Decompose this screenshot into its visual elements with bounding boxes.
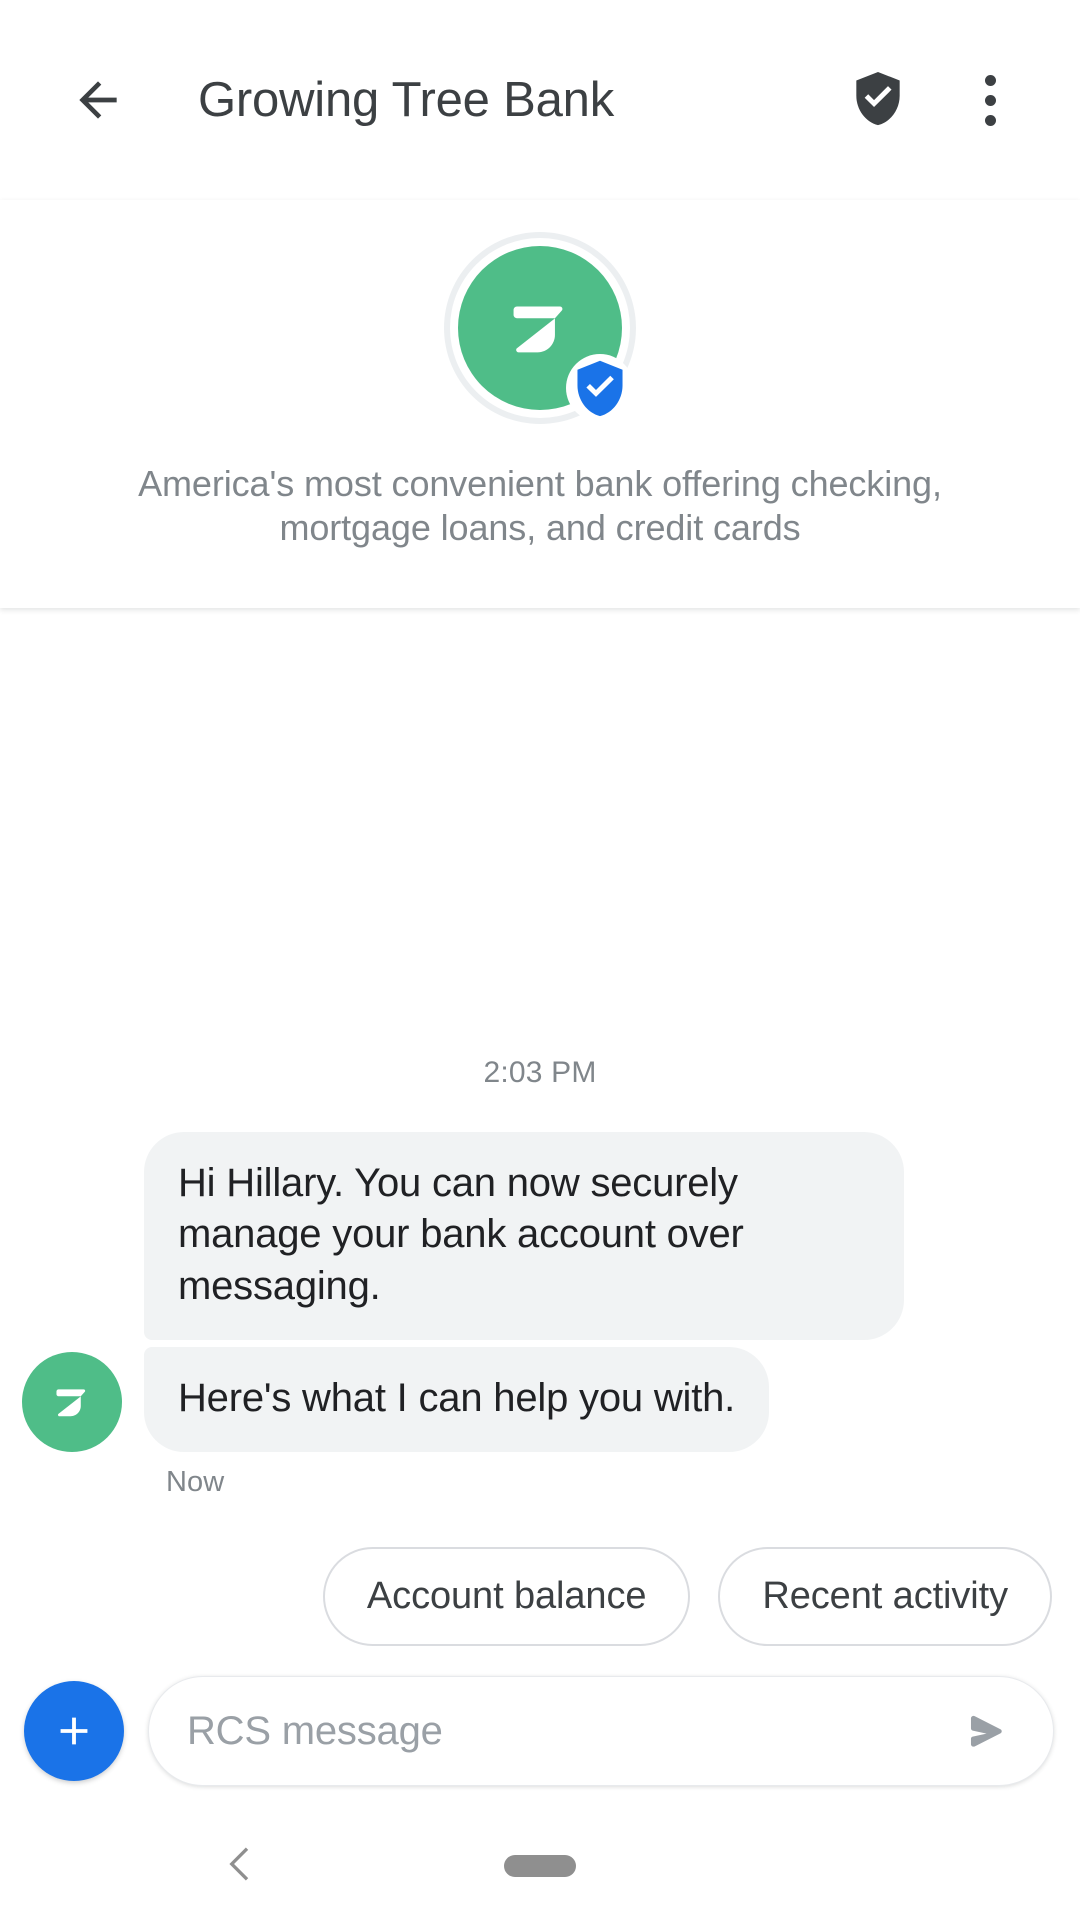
business-avatar[interactable]	[450, 238, 634, 422]
verified-shield-badge-icon	[572, 359, 628, 417]
message-bubble[interactable]: Hi Hillary. You can now securely manage …	[144, 1132, 904, 1340]
system-navigation-bar	[0, 1812, 1080, 1920]
overflow-menu-button[interactable]	[952, 62, 1028, 138]
suggested-replies: Account balance Recent activity	[0, 1499, 1080, 1646]
send-button[interactable]	[941, 1685, 1033, 1777]
business-info-header: America's most convenient bank offering …	[0, 200, 1080, 608]
app-bar: Growing Tree Bank	[0, 0, 1080, 200]
back-button[interactable]	[50, 52, 146, 148]
message-row: Hi Hillary. You can now securely manage …	[22, 1132, 1052, 1347]
growing-tree-bank-leaf-logo-icon	[45, 1375, 99, 1429]
conversation-timestamp: 2:03 PM	[483, 1056, 597, 1090]
nav-home-pill-icon[interactable]	[504, 1855, 576, 1877]
message-group: Hi Hillary. You can now securely manage …	[0, 1132, 1080, 1499]
more-vert-icon	[984, 74, 996, 126]
chip-account-balance[interactable]: Account balance	[322, 1547, 691, 1646]
message-sender-avatar	[22, 1352, 122, 1452]
arrow-back-icon	[70, 72, 126, 128]
message-bubble[interactable]: Here's what I can help you with.	[144, 1346, 770, 1452]
messages-rbm-conversation-screen: Growing Tree Bank America's most conveni…	[0, 0, 1080, 1920]
page-title: Growing Tree Bank	[198, 73, 615, 127]
conversation-thread: 2:03 PM Hi Hillary. You can now securely…	[0, 607, 1080, 1646]
verified-shield-icon	[853, 70, 903, 131]
send-icon	[961, 1705, 1013, 1757]
attach-button[interactable]	[24, 1681, 124, 1781]
message-row: Here's what I can help you with.	[22, 1346, 1052, 1452]
message-status: Now	[166, 1466, 225, 1498]
message-input-container[interactable]	[148, 1676, 1054, 1786]
message-composer	[0, 1646, 1080, 1812]
message-input[interactable]	[187, 1708, 941, 1754]
verified-business-button[interactable]	[840, 62, 916, 138]
app-bar-actions	[840, 62, 1028, 138]
business-description: America's most convenient bank offering …	[138, 463, 942, 548]
chip-recent-activity[interactable]: Recent activity	[718, 1547, 1052, 1646]
plus-icon	[51, 1708, 97, 1754]
system-back-button[interactable]	[200, 1826, 280, 1906]
nav-back-chevron-icon	[218, 1842, 262, 1891]
verified-badge	[566, 354, 634, 422]
